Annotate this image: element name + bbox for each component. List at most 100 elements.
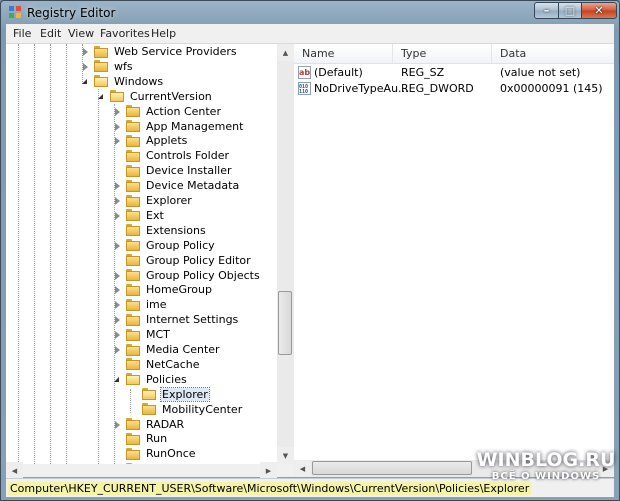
no-expander	[113, 226, 122, 235]
tree-node-label: Device Installer	[146, 164, 232, 178]
expand-arrow-icon[interactable]	[113, 285, 122, 295]
list-scroll-thumb[interactable]	[312, 461, 472, 475]
title-bar[interactable]: Registry Editor – □ ✕	[1, 1, 619, 24]
expand-arrow-icon[interactable]	[113, 211, 122, 220]
expand-arrow-icon[interactable]	[113, 420, 122, 429]
column-header-name[interactable]: Name	[302, 47, 334, 60]
folder-icon	[126, 149, 140, 162]
tree-node[interactable]: Applets	[113, 133, 188, 148]
tree-node[interactable]: Action Center	[113, 104, 222, 119]
list-row[interactable]: 010 110 NoDriveTypeAu... REG_DWORD 0x0000…	[294, 81, 614, 97]
menu-file[interactable]: File	[13, 27, 31, 40]
tree-scroll-right-arrow-icon[interactable]: ▶	[260, 462, 277, 479]
registry-editor-app-icon	[9, 6, 21, 18]
expand-arrow-icon[interactable]	[113, 271, 122, 280]
tree-node[interactable]: HomeGroup	[113, 282, 213, 297]
menu-view[interactable]: View	[68, 27, 94, 40]
tree-node[interactable]: ime	[113, 297, 168, 312]
tree-node[interactable]: App Management	[113, 119, 244, 134]
minimize-button[interactable]: –	[534, 2, 559, 19]
collapse-arrow-icon[interactable]	[113, 375, 122, 384]
folder-icon	[126, 254, 140, 267]
tree-node[interactable]: Extensions	[113, 223, 207, 238]
maximize-icon: □	[564, 4, 576, 17]
folder-icon	[94, 75, 108, 88]
expand-arrow-icon[interactable]	[113, 241, 122, 250]
expand-arrow-icon[interactable]	[113, 300, 122, 310]
folder-icon	[126, 224, 140, 237]
registry-key-tree[interactable]: Web Service Providers wfs Windows CurrentVe…	[6, 44, 277, 477]
expand-arrow-icon[interactable]	[81, 62, 90, 71]
expand-arrow-icon[interactable]	[113, 181, 122, 191]
expand-arrow-icon[interactable]	[113, 107, 122, 116]
expand-arrow-icon[interactable]	[113, 345, 122, 354]
list-row[interactable]: ab (Default) REG_SZ (value not set)	[294, 65, 614, 81]
menu-help[interactable]: Help	[151, 27, 176, 40]
string-value-icon: ab	[298, 66, 311, 79]
collapse-arrow-icon[interactable]	[97, 92, 106, 101]
tree-node[interactable]: RADAR	[113, 417, 185, 432]
folder-icon	[126, 283, 140, 296]
tree-node[interactable]: CurrentVersion	[97, 89, 213, 104]
tree-node-label: CurrentVersion	[130, 89, 212, 103]
tree-node[interactable]: Explorer	[113, 193, 193, 208]
menu-edit[interactable]: Edit	[40, 27, 61, 40]
tree-node-label: Run	[146, 432, 168, 446]
tree-node[interactable]: Controls Folder	[113, 148, 230, 163]
tree-node[interactable]: Ext	[113, 208, 165, 223]
tree-node-label: Internet Settings	[146, 313, 239, 327]
tree-node[interactable]: Group Policy Editor	[113, 253, 252, 268]
tree-scroll-thumb[interactable]	[278, 291, 292, 355]
value-name: NoDriveTypeAu...	[314, 82, 409, 95]
tree-node[interactable]: MobilityCenter	[129, 402, 243, 417]
tree-node[interactable]: RunOnce	[113, 446, 197, 461]
tree-node[interactable]: Group Policy Objects	[113, 268, 261, 283]
expand-arrow-icon[interactable]	[113, 136, 122, 146]
expand-arrow-icon[interactable]	[81, 47, 90, 56]
tree-node[interactable]: Policies	[113, 372, 188, 387]
tree-node[interactable]: Internet Settings	[113, 312, 239, 327]
folder-icon	[126, 373, 140, 386]
list-scroll-left-arrow-icon[interactable]: ◀	[294, 460, 311, 477]
folder-icon	[126, 105, 140, 118]
scroll-up-arrow-icon[interactable]: ▲	[277, 44, 294, 61]
close-button[interactable]: ✕	[581, 2, 617, 19]
tree-node[interactable]: Group Policy	[113, 238, 216, 253]
menu-favorites[interactable]: Favorites	[100, 27, 150, 40]
column-header-type[interactable]: Type	[401, 47, 426, 60]
tree-node[interactable]: Media Center	[113, 342, 221, 357]
expand-arrow-icon[interactable]	[113, 330, 122, 340]
tree-node[interactable]: wfs	[81, 59, 134, 74]
current-key-path: Computer\HKEY_CURRENT_USER\Software\Micr…	[8, 482, 532, 495]
tree-node[interactable]: MCT	[113, 327, 171, 342]
tree-node-label: RADAR	[146, 417, 185, 431]
no-expander	[113, 434, 122, 443]
folder-icon	[126, 239, 140, 252]
value-type: REG_SZ	[401, 66, 445, 79]
tree-vertical-scrollbar[interactable]: ▲ ▼	[277, 44, 294, 464]
svg-text:110: 110	[299, 89, 308, 95]
expand-arrow-icon[interactable]	[113, 196, 122, 205]
tree-node[interactable]: NetCache	[113, 357, 201, 372]
tree-node[interactable]: Windows	[81, 74, 164, 89]
scroll-down-arrow-icon[interactable]: ▼	[277, 447, 294, 464]
tree-node[interactable]: Device Installer	[113, 163, 233, 178]
no-expander	[113, 151, 122, 160]
tree-node-label: Extensions	[146, 223, 206, 237]
tree-scroll-left-arrow-icon[interactable]: ◀	[6, 462, 23, 479]
expand-arrow-icon[interactable]	[113, 315, 122, 325]
tree-node[interactable]: Device Metadata	[113, 178, 240, 193]
tree-node[interactable]: Explorer	[129, 386, 210, 402]
tree-node-label: MCT	[146, 328, 170, 342]
folder-icon	[126, 179, 140, 192]
column-header-data[interactable]: Data	[500, 47, 526, 60]
tree-node[interactable]: Run	[113, 431, 168, 446]
folder-icon	[142, 403, 156, 416]
maximize-button[interactable]: □	[558, 2, 582, 19]
collapse-arrow-icon[interactable]	[81, 77, 90, 86]
tree-horizontal-scrollbar[interactable]: ◀ ▶	[6, 462, 294, 479]
tree-node[interactable]: Web Service Providers	[81, 44, 238, 59]
no-expander	[129, 390, 138, 399]
registry-values-list[interactable]: Name Type Data ab (Default) REG_SZ (valu…	[294, 44, 614, 477]
expand-arrow-icon[interactable]	[113, 122, 122, 131]
